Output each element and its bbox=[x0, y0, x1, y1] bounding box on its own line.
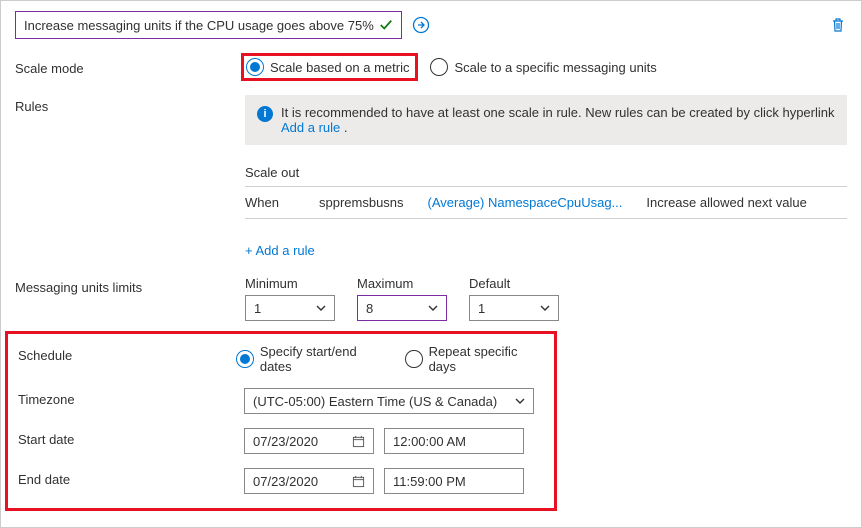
rules-row: Rules i It is recommended to have at lea… bbox=[15, 95, 847, 258]
condition-name-text: Increase messaging units if the CPU usag… bbox=[24, 18, 379, 33]
limit-min-label: Minimum bbox=[245, 276, 335, 291]
rule-action: Increase allowed next value bbox=[646, 195, 806, 210]
limits-group: Minimum 1 Maximum 8 Default bbox=[245, 276, 847, 321]
rules-divider bbox=[245, 218, 847, 219]
schedule-row: Schedule Specify start/end dates Repeat … bbox=[18, 344, 544, 374]
end-date-input[interactable]: 07/23/2020 bbox=[244, 468, 374, 494]
highlight-schedule-block: Schedule Specify start/end dates Repeat … bbox=[5, 331, 557, 511]
submit-icon[interactable] bbox=[412, 16, 430, 34]
scale-mode-label: Scale mode bbox=[15, 57, 245, 76]
calendar-icon bbox=[352, 475, 365, 488]
rule-when: When bbox=[245, 195, 295, 210]
timezone-row: Timezone (UTC-05:00) Eastern Time (US & … bbox=[18, 388, 544, 414]
title-row: Increase messaging units if the CPU usag… bbox=[15, 11, 847, 39]
rules-label: Rules bbox=[15, 95, 245, 114]
start-date-label: Start date bbox=[18, 428, 244, 447]
chevron-down-icon bbox=[428, 303, 438, 313]
rule-resource: sppremsbusns bbox=[319, 195, 404, 210]
rule-row: When sppremsbusns (Average) NamespaceCpu… bbox=[245, 195, 847, 210]
limit-max-value: 8 bbox=[366, 301, 373, 316]
radio-icon bbox=[430, 58, 448, 76]
calendar-icon bbox=[352, 435, 365, 448]
limit-min-value: 1 bbox=[254, 301, 261, 316]
radio-label: Scale based on a metric bbox=[270, 60, 409, 75]
limits-label: Messaging units limits bbox=[15, 276, 245, 295]
radio-label: Repeat specific days bbox=[429, 344, 544, 374]
radio-label: Scale to a specific messaging units bbox=[454, 60, 656, 75]
radio-scale-capacity[interactable]: Scale to a specific messaging units bbox=[430, 58, 656, 76]
radio-label: Specify start/end dates bbox=[260, 344, 387, 374]
limit-def-value: 1 bbox=[478, 301, 485, 316]
limit-min-select[interactable]: 1 bbox=[245, 295, 335, 321]
add-rule-link[interactable]: Add a rule bbox=[281, 120, 340, 135]
scale-out-header: Scale out bbox=[245, 165, 847, 180]
schedule-options: Specify start/end dates Repeat specific … bbox=[236, 344, 544, 374]
radio-repeat-days[interactable]: Repeat specific days bbox=[405, 344, 544, 374]
radio-specify-dates[interactable]: Specify start/end dates bbox=[236, 344, 387, 374]
chevron-down-icon bbox=[540, 303, 550, 313]
chevron-down-icon bbox=[515, 396, 525, 406]
end-date-label: End date bbox=[18, 468, 244, 487]
end-date-row: End date 07/23/2020 11:59:00 PM bbox=[18, 468, 544, 494]
end-date-value: 07/23/2020 bbox=[253, 474, 318, 489]
limit-def-select[interactable]: 1 bbox=[469, 295, 559, 321]
rule-metric-link[interactable]: (Average) NamespaceCpuUsag... bbox=[428, 195, 623, 210]
radio-scale-metric[interactable]: Scale based on a metric bbox=[246, 58, 409, 76]
scale-mode-row: Scale mode Scale based on a metric Scale… bbox=[15, 57, 847, 77]
start-date-value: 07/23/2020 bbox=[253, 434, 318, 449]
timezone-label: Timezone bbox=[18, 388, 244, 407]
limit-max-select[interactable]: 8 bbox=[357, 295, 447, 321]
info-text: It is recommended to have at least one s… bbox=[281, 105, 835, 135]
info-icon: i bbox=[257, 106, 273, 122]
start-date-input[interactable]: 07/23/2020 bbox=[244, 428, 374, 454]
end-time-input[interactable]: 11:59:00 PM bbox=[384, 468, 524, 494]
autoscale-panel: Increase messaging units if the CPU usag… bbox=[0, 0, 862, 528]
end-time-value: 11:59:00 PM bbox=[393, 474, 466, 489]
radio-icon bbox=[236, 350, 253, 368]
info-box: i It is recommended to have at least one… bbox=[245, 95, 847, 145]
delete-icon[interactable] bbox=[829, 16, 847, 34]
limit-default: Default 1 bbox=[469, 276, 559, 321]
timezone-value: (UTC-05:00) Eastern Time (US & Canada) bbox=[253, 394, 497, 409]
check-icon bbox=[379, 18, 393, 32]
radio-icon bbox=[246, 58, 264, 76]
rules-section: i It is recommended to have at least one… bbox=[245, 95, 847, 258]
limit-def-label: Default bbox=[469, 276, 559, 291]
condition-name-input[interactable]: Increase messaging units if the CPU usag… bbox=[15, 11, 402, 39]
scale-mode-options: Scale based on a metric Scale to a speci… bbox=[245, 57, 847, 77]
add-rule-button[interactable]: + Add a rule bbox=[245, 243, 315, 258]
limits-row: Messaging units limits Minimum 1 Maximum… bbox=[15, 276, 847, 321]
start-time-value: 12:00:00 AM bbox=[393, 434, 466, 449]
limit-max-label: Maximum bbox=[357, 276, 447, 291]
timezone-select[interactable]: (UTC-05:00) Eastern Time (US & Canada) bbox=[244, 388, 534, 414]
highlight-scale-metric: Scale based on a metric bbox=[241, 53, 418, 81]
start-date-pair: 07/23/2020 12:00:00 AM bbox=[244, 428, 524, 454]
start-time-input[interactable]: 12:00:00 AM bbox=[384, 428, 524, 454]
chevron-down-icon bbox=[316, 303, 326, 313]
schedule-label: Schedule bbox=[18, 344, 236, 363]
rules-divider bbox=[245, 186, 847, 187]
limit-min: Minimum 1 bbox=[245, 276, 335, 321]
start-date-row: Start date 07/23/2020 12:00:00 AM bbox=[18, 428, 544, 454]
radio-icon bbox=[405, 350, 422, 368]
limit-max: Maximum 8 bbox=[357, 276, 447, 321]
end-date-pair: 07/23/2020 11:59:00 PM bbox=[244, 468, 524, 494]
